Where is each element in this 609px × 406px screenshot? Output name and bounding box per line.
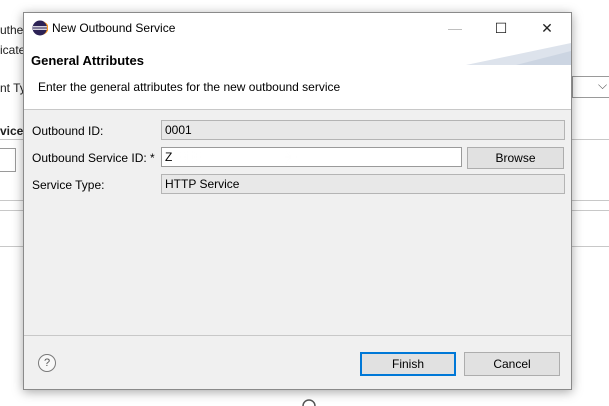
background-text-fragment: vice <box>0 124 24 138</box>
background-input <box>0 148 16 172</box>
outbound-service-id-label: Outbound Service ID: * <box>32 151 155 165</box>
background-chevron-down-icon: ⌵ <box>598 78 608 92</box>
header-title: General Attributes <box>31 53 144 68</box>
service-type-label: Service Type: <box>32 178 105 192</box>
header-description: Enter the general attributes for the new… <box>38 80 341 94</box>
minimize-icon[interactable]: — <box>432 13 478 43</box>
service-type-field: HTTP Service <box>161 174 565 194</box>
close-icon[interactable]: ✕ <box>524 13 570 43</box>
cancel-button[interactable]: Cancel <box>464 352 560 376</box>
finish-button[interactable]: Finish <box>360 352 456 376</box>
outbound-service-id-input[interactable]: Z <box>161 147 462 167</box>
outbound-id-field: 0001 <box>161 120 565 140</box>
browse-button[interactable]: Browse <box>467 147 564 169</box>
header-banner-graphic <box>466 43 571 65</box>
eclipse-app-icon <box>32 20 48 36</box>
maximize-icon[interactable]: ☐ <box>478 13 524 43</box>
outbound-service-id-value: Z <box>165 150 173 164</box>
footer-divider <box>24 335 571 336</box>
new-outbound-service-dialog: New Outbound Service — ☐ ✕ General Attri… <box>23 12 572 390</box>
outbound-id-label: Outbound ID: <box>32 124 104 138</box>
background-text-fragment: icate <box>0 43 26 57</box>
help-icon[interactable]: ? <box>38 354 56 372</box>
dialog-title: New Outbound Service <box>52 21 176 35</box>
dialog-titlebar[interactable]: New Outbound Service — ☐ ✕ <box>24 13 571 43</box>
background-partial-icon <box>302 399 316 406</box>
redacted-text-overlay <box>179 151 299 163</box>
dialog-header: General Attributes Enter the general att… <box>24 43 571 110</box>
